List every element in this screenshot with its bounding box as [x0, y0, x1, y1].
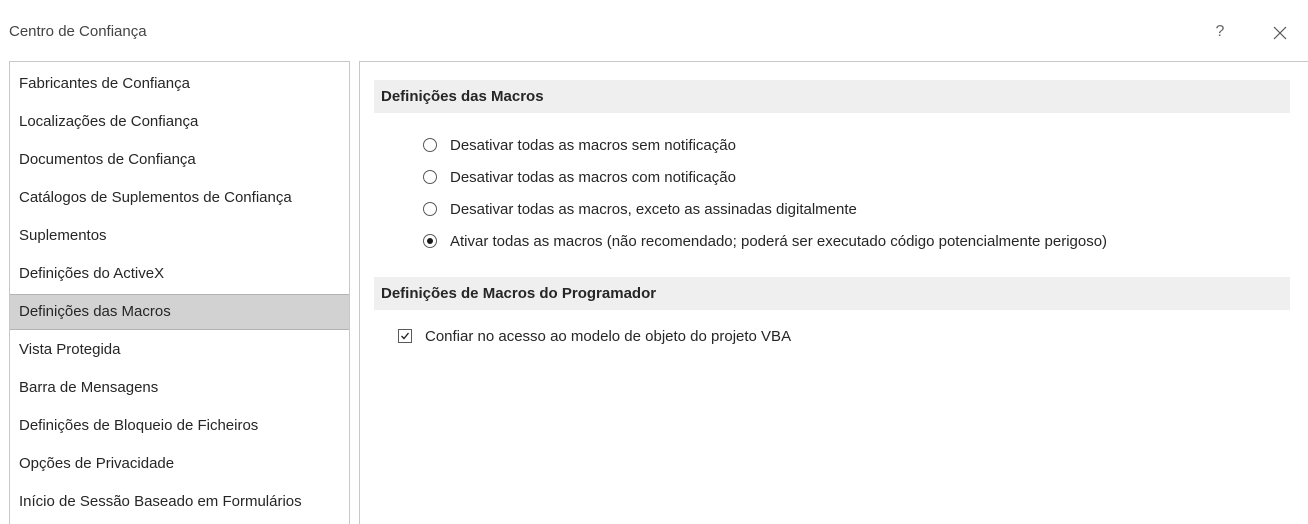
- close-button[interactable]: [1267, 20, 1293, 46]
- settings-panel: Definições das Macros Desativar todas as…: [359, 61, 1308, 524]
- sidebar-item-trusted-locations[interactable]: Localizações de Confiança: [10, 104, 349, 140]
- radio-button-icon: [423, 138, 437, 152]
- radio-button-icon: [423, 170, 437, 184]
- checkbox-label: Confiar no acesso ao modelo de objeto do…: [425, 328, 792, 345]
- trust-center-dialog: Centro de Confiança ? Fabricantes de Con…: [0, 0, 1308, 524]
- help-button[interactable]: ?: [1208, 20, 1232, 44]
- radio-label: Desativar todas as macros com notificaçã…: [450, 169, 736, 186]
- radio-label: Ativar todas as macros (não recomendado;…: [450, 233, 1108, 250]
- checkbox-checked-icon: [398, 329, 412, 343]
- sidebar-item-protected-view[interactable]: Vista Protegida: [10, 332, 349, 368]
- sidebar-item-trusted-publishers[interactable]: Fabricantes de Confiança: [10, 66, 349, 102]
- dialog-title: Centro de Confiança: [9, 23, 147, 40]
- title-bar: Centro de Confiança ?: [0, 0, 1308, 60]
- sidebar-item-trusted-addin-catalogs[interactable]: Catálogos de Suplementos de Confiança: [10, 180, 349, 216]
- category-list: Fabricantes de Confiança Localizações de…: [9, 61, 350, 524]
- radio-label: Desativar todas as macros, exceto as ass…: [450, 201, 857, 218]
- sidebar-item-privacy-options[interactable]: Opções de Privacidade: [10, 446, 349, 482]
- radio-button-icon: [423, 202, 437, 216]
- sidebar-item-file-block-settings[interactable]: Definições de Bloqueio de Ficheiros: [10, 408, 349, 444]
- sidebar-item-form-based-sign-in[interactable]: Início de Sessão Baseado em Formulários: [10, 484, 349, 520]
- radio-button-checked-icon: [423, 234, 437, 248]
- sidebar-item-message-bar[interactable]: Barra de Mensagens: [10, 370, 349, 406]
- sidebar-item-macro-settings[interactable]: Definições das Macros: [10, 294, 349, 330]
- sidebar-item-trusted-documents[interactable]: Documentos de Confiança: [10, 142, 349, 178]
- developer-macro-settings-header: Definições de Macros do Programador: [374, 277, 1290, 310]
- macro-settings-header: Definições das Macros: [374, 80, 1290, 113]
- sidebar-item-addins[interactable]: Suplementos: [10, 218, 349, 254]
- close-icon: [1273, 26, 1287, 40]
- sidebar-item-activex-settings[interactable]: Definições do ActiveX: [10, 256, 349, 292]
- radio-label: Desativar todas as macros sem notificaçã…: [450, 137, 736, 154]
